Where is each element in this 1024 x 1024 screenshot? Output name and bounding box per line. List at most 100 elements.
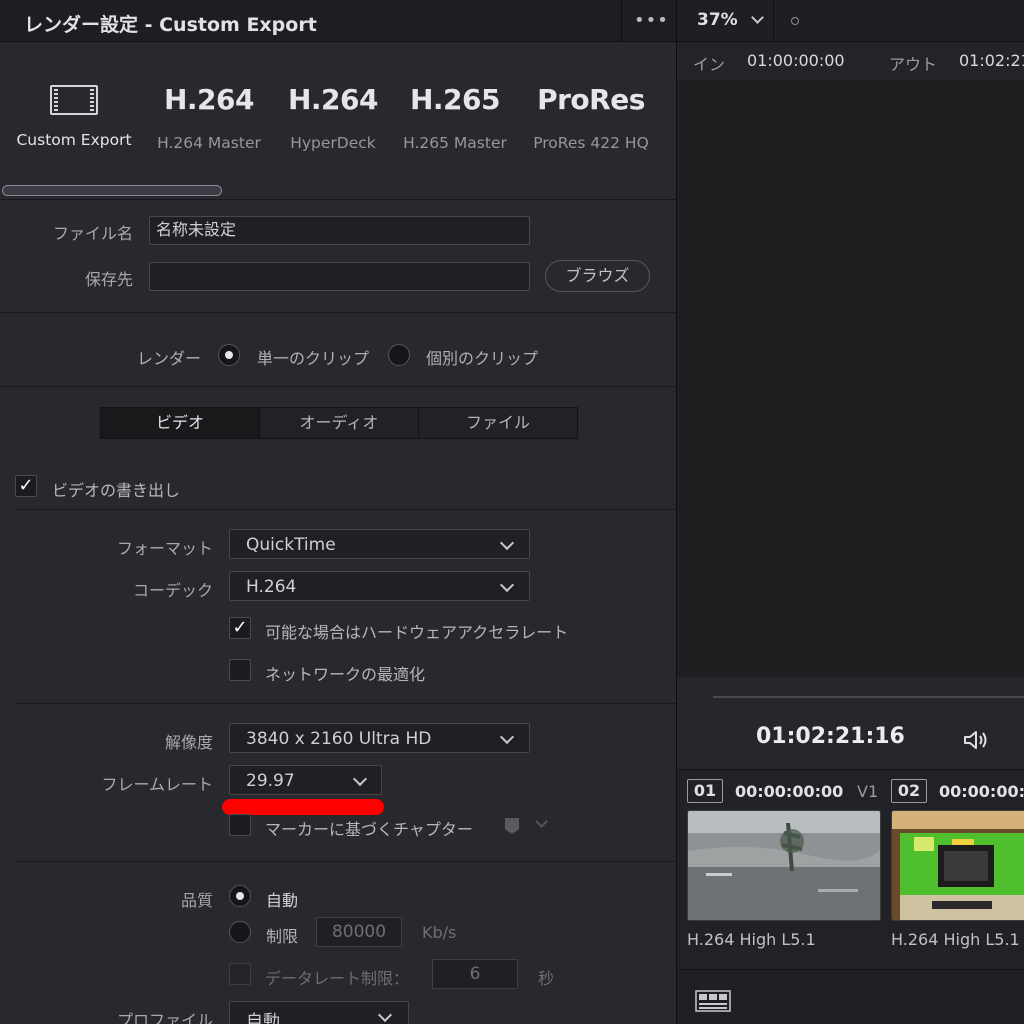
preset-codec-label: H.265 bbox=[409, 83, 501, 116]
in-timecode: 01:00:00:00 bbox=[747, 51, 845, 70]
preset-codec-label: H.264 bbox=[287, 83, 379, 116]
preset-custom-export[interactable]: Custom Export bbox=[16, 82, 132, 149]
render-individual-radio[interactable] bbox=[388, 344, 410, 366]
clip-thumbnail-green-arcade[interactable] bbox=[891, 810, 1024, 921]
quality-label: 品質 bbox=[180, 891, 213, 910]
tab-audio[interactable]: オーディオ bbox=[259, 408, 418, 438]
chapters-label: マーカーに基づくチャプター bbox=[265, 820, 473, 839]
preset-caption: H.265 Master bbox=[403, 134, 507, 152]
render-single-label: 単一のクリップ bbox=[257, 349, 370, 368]
panel-title-bar: レンダー設定 - Custom Export ••• bbox=[0, 0, 676, 42]
network-opt-checkbox[interactable] bbox=[229, 659, 251, 681]
video-viewer[interactable] bbox=[677, 80, 1024, 677]
framerate-dropdown[interactable]: 29.97 bbox=[229, 765, 382, 795]
zoom-level[interactable]: 37% bbox=[697, 10, 738, 30]
profile-label: プロファイル bbox=[116, 1011, 213, 1024]
preset-h264-master[interactable]: H.264 H.264 Master bbox=[156, 82, 262, 152]
format-dropdown[interactable]: QuickTime bbox=[229, 529, 530, 559]
browse-button[interactable]: ブラウズ bbox=[545, 260, 650, 292]
marker-icon bbox=[505, 818, 519, 834]
red-highlight-underline bbox=[222, 799, 384, 815]
tab-video[interactable]: ビデオ bbox=[101, 408, 259, 438]
clip-thumbnail-rainy-street[interactable] bbox=[687, 810, 881, 921]
destination-label: 保存先 bbox=[84, 270, 133, 289]
format-value: QuickTime bbox=[246, 535, 336, 555]
codec-label: コーデック bbox=[132, 581, 213, 600]
datarate-input[interactable]: 6 bbox=[432, 959, 518, 989]
codec-dropdown[interactable]: H.264 bbox=[229, 571, 530, 601]
render-single-radio[interactable] bbox=[218, 344, 240, 366]
quality-limit-radio[interactable] bbox=[229, 921, 251, 943]
viewer-panel: 37% イン 01:00:00:00 アウト 01:02:21 01:02:21… bbox=[677, 0, 1024, 1024]
resolution-dropdown[interactable]: 3840 x 2160 Ultra HD bbox=[229, 723, 530, 753]
divider bbox=[0, 386, 676, 387]
ellipsis-icon[interactable]: ••• bbox=[634, 10, 669, 31]
preset-caption: ProRes 422 HQ bbox=[533, 134, 649, 152]
preset-codec-label: ProRes bbox=[537, 83, 645, 116]
hw-accel-label: 可能な場合はハードウェアアクセラレート bbox=[265, 623, 569, 642]
preset-scrollbar[interactable] bbox=[2, 185, 222, 196]
preset-h265-master[interactable]: H.265 H.265 Master bbox=[400, 82, 510, 152]
chevron-down-icon bbox=[499, 729, 515, 745]
speaker-icon[interactable] bbox=[963, 729, 991, 751]
preset-caption: H.264 Master bbox=[157, 134, 261, 152]
chevron-down-icon bbox=[352, 771, 368, 787]
chevron-down-icon[interactable] bbox=[751, 11, 764, 24]
export-video-label: ビデオの書き出し bbox=[52, 481, 181, 500]
file-name-input[interactable]: 名称未設定 bbox=[149, 216, 530, 245]
preset-hyperdeck[interactable]: H.264 HyperDeck bbox=[284, 82, 382, 152]
preset-strip: Custom Export H.264 H.264 Master H.264 H… bbox=[0, 42, 676, 200]
clip-timecode: 00:00:00:00 bbox=[735, 782, 844, 801]
tab-file[interactable]: ファイル bbox=[418, 408, 577, 438]
preset-caption: HyperDeck bbox=[290, 134, 376, 152]
clip-codec: H.264 High L5.1 bbox=[891, 930, 1020, 949]
preset-prores-422-hq[interactable]: ProRes ProRes 422 HQ bbox=[530, 82, 652, 152]
current-timecode: 01:02:21:16 bbox=[756, 724, 905, 749]
datarate-label: データレート制限： bbox=[265, 969, 410, 988]
status-dot-icon bbox=[791, 17, 799, 25]
destination-input[interactable] bbox=[149, 262, 530, 291]
clip-timecode: 00:00:00:00 bbox=[939, 782, 1024, 801]
clip-strip: 01 00:00:00:00 V1 H.264 High L5.1 02 00:… bbox=[677, 769, 1024, 969]
framerate-label: フレームレート bbox=[101, 775, 213, 794]
hw-accel-checkbox[interactable]: ✓ bbox=[229, 617, 251, 639]
clip-grid-icon[interactable] bbox=[695, 990, 731, 1012]
viewer-bottom-bar bbox=[677, 969, 1024, 1024]
render-mode-label: レンダー bbox=[137, 349, 202, 368]
preset-codec-label: H.264 bbox=[163, 83, 255, 116]
codec-value: H.264 bbox=[246, 577, 297, 597]
divider bbox=[0, 312, 676, 313]
resolution-value: 3840 x 2160 Ultra HD bbox=[246, 729, 432, 749]
chevron-down-icon bbox=[499, 535, 515, 551]
bitrate-unit: Kb/s bbox=[422, 923, 457, 942]
divider bbox=[15, 703, 676, 704]
settings-tabs: ビデオ オーディオ ファイル bbox=[100, 407, 578, 439]
preset-caption: Custom Export bbox=[16, 131, 132, 149]
datarate-checkbox[interactable] bbox=[229, 963, 251, 985]
chevron-down-icon bbox=[535, 815, 548, 828]
out-label: アウト bbox=[889, 55, 938, 74]
quality-limit-label: 制限 bbox=[266, 927, 299, 946]
clip-number: 02 bbox=[891, 779, 927, 803]
scrubber-track[interactable] bbox=[713, 696, 1024, 698]
clip-track: V1 bbox=[857, 782, 879, 801]
scrubber-area: 01:02:21:16 bbox=[677, 677, 1024, 769]
out-timecode: 01:02:21 bbox=[959, 51, 1024, 70]
resolution-label: 解像度 bbox=[164, 733, 213, 752]
film-strip-icon bbox=[50, 85, 98, 115]
datarate-unit: 秒 bbox=[538, 969, 555, 988]
clip-codec: H.264 High L5.1 bbox=[687, 930, 816, 949]
file-name-label: ファイル名 bbox=[52, 224, 133, 243]
render-settings-panel: レンダー設定 - Custom Export ••• Custom Export… bbox=[0, 0, 676, 1024]
export-video-checkbox[interactable]: ✓ bbox=[15, 475, 37, 497]
profile-dropdown[interactable]: 自動 bbox=[229, 1001, 409, 1024]
chapters-checkbox[interactable] bbox=[229, 814, 251, 836]
render-individual-label: 個別のクリップ bbox=[426, 349, 539, 368]
in-label: イン bbox=[693, 55, 726, 74]
quality-auto-label: 自動 bbox=[266, 891, 299, 910]
bitrate-input[interactable]: 80000 bbox=[316, 917, 402, 947]
in-out-bar: イン 01:00:00:00 アウト 01:02:21 bbox=[677, 42, 1024, 80]
chevron-down-icon bbox=[377, 1007, 393, 1023]
quality-auto-radio[interactable] bbox=[229, 885, 251, 907]
network-opt-label: ネットワークの最適化 bbox=[265, 665, 426, 684]
